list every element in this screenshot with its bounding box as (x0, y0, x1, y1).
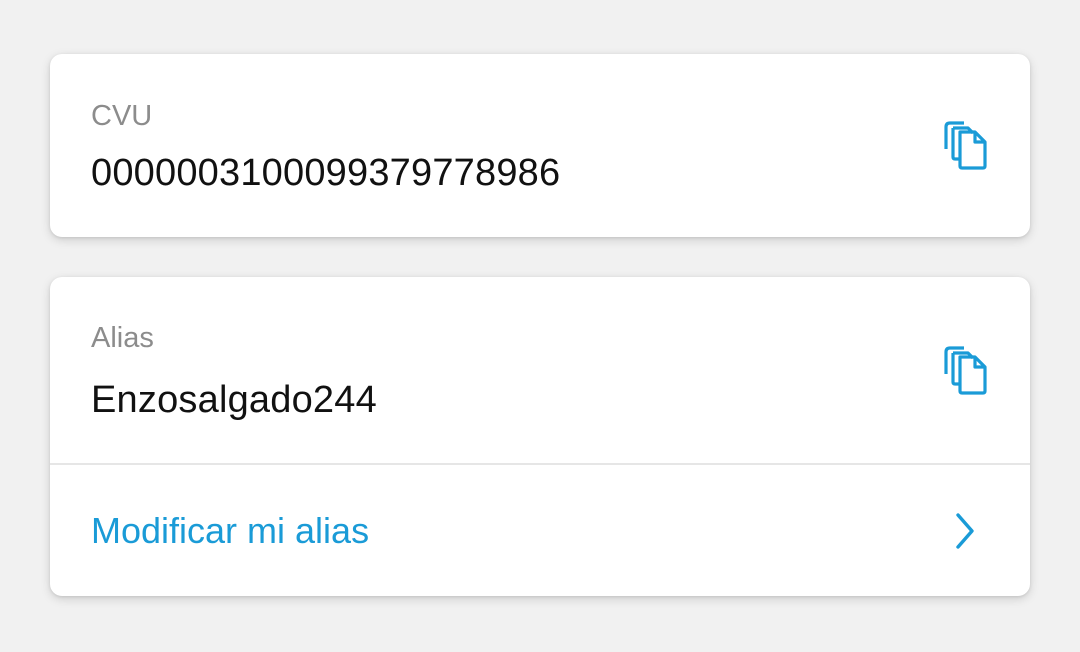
cvu-card: CVU 0000003100099379778986 (50, 54, 1030, 237)
alias-label: Alias (91, 322, 154, 354)
cvu-value: 0000003100099379778986 (91, 152, 561, 194)
cvu-row: CVU 0000003100099379778986 (50, 54, 1030, 237)
alias-row: Alias Enzosalgado244 (50, 277, 1030, 463)
alias-card: Alias Enzosalgado244 Modificar mi alias (50, 277, 1030, 596)
copy-icon (944, 121, 987, 170)
chevron-right-icon (952, 511, 978, 551)
copy-icon (944, 346, 987, 395)
alias-value: Enzosalgado244 (91, 379, 377, 421)
modify-alias-link[interactable]: Modificar mi alias (91, 511, 369, 551)
copy-alias-button[interactable] (938, 339, 994, 401)
modify-alias-row[interactable]: Modificar mi alias (50, 465, 1030, 596)
copy-cvu-button[interactable] (938, 114, 994, 176)
cvu-label: CVU (91, 100, 153, 132)
